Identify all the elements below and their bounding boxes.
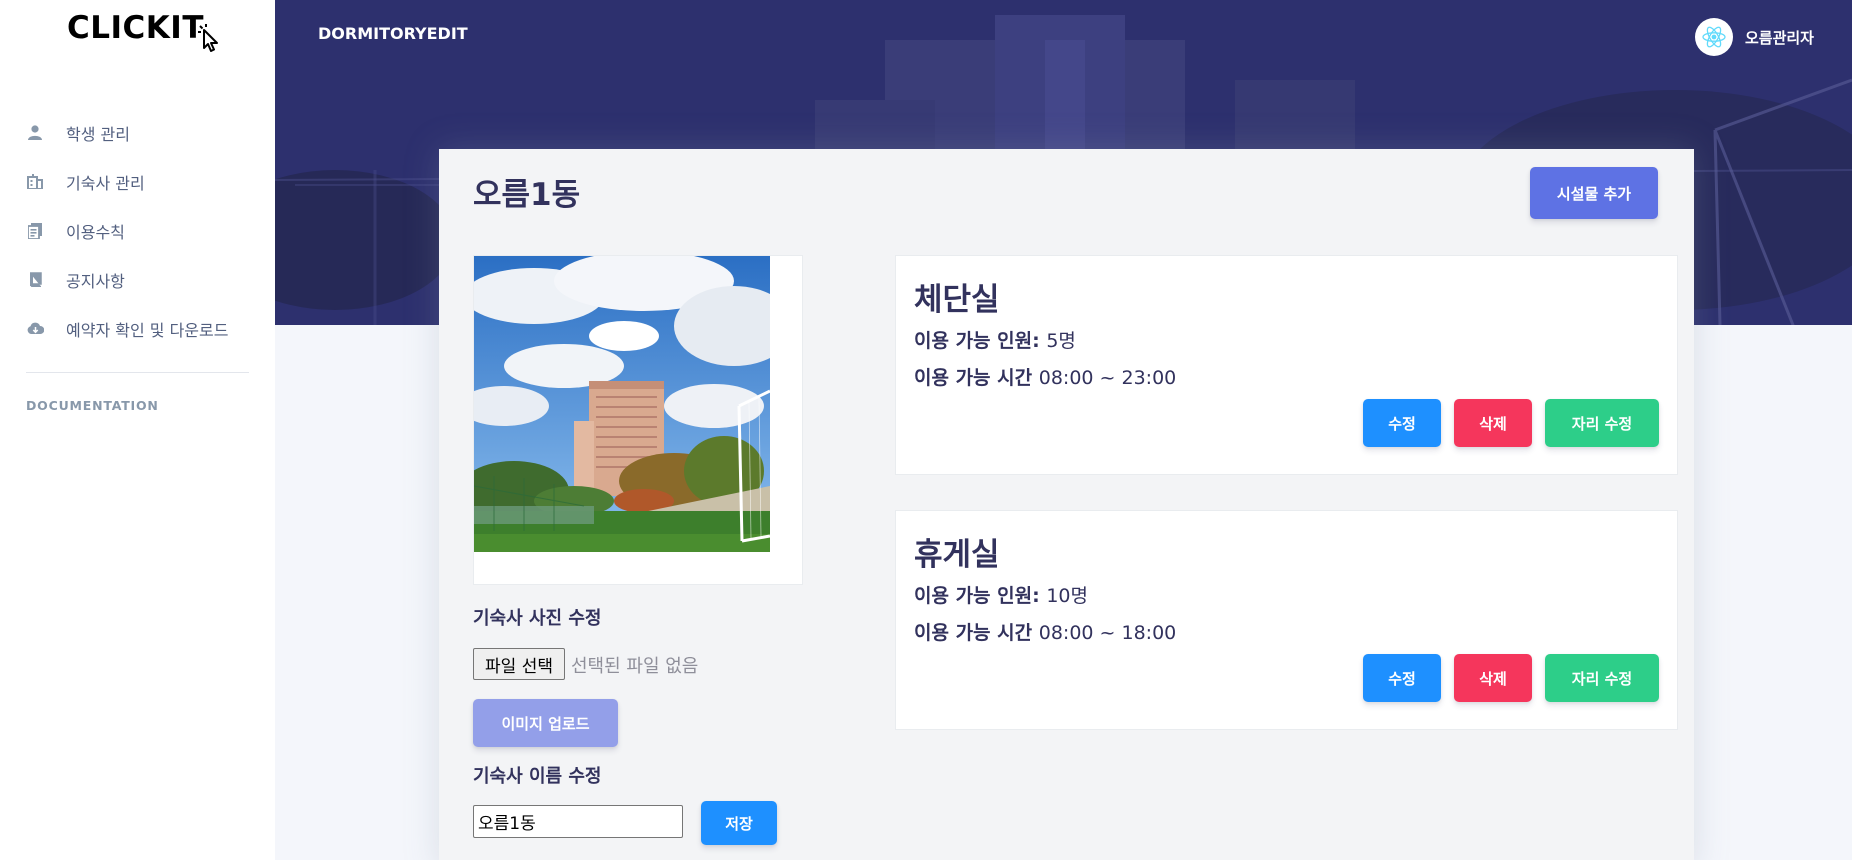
dormitory-photo-frame (473, 255, 803, 585)
facility-hours: 이용 가능 시간 08:00 ~ 18:00 (914, 618, 1176, 645)
cursor-icon (198, 24, 218, 52)
sidebar-item-label: 예약자 확인 및 다운로드 (66, 320, 229, 340)
name-edit-label: 기숙사 이름 수정 (473, 766, 602, 787)
sidebar-item-label: 공지사항 (66, 271, 125, 291)
person-icon (26, 124, 44, 142)
edit-seats-button[interactable]: 자리 수정 (1545, 654, 1659, 702)
capacity-value: 5명 (1046, 330, 1076, 352)
dormitory-photo (474, 256, 770, 552)
dormitory-edit-panel: 오름1동 시설물 추가 기숙사 사진 수정 파일 선택 선택된 파일 없음 이미… (439, 149, 1694, 860)
facility-name: 휴게실 (914, 537, 1000, 573)
sidebar-item-label: 이용수칙 (66, 222, 125, 242)
edit-facility-button[interactable]: 수정 (1363, 654, 1441, 702)
avatar (1694, 18, 1733, 56)
file-status-text: 선택된 파일 없음 (571, 656, 699, 677)
capacity-label: 이용 가능 인원: (914, 585, 1040, 607)
react-logo-icon (1702, 26, 1726, 48)
facility-card: 체단실 이용 가능 인원: 5명 이용 가능 시간 08:00 ~ 23:00 … (895, 255, 1678, 475)
sidebar-item-label: 기숙사 관리 (66, 173, 145, 193)
facility-capacity: 이용 가능 인원: 5명 (914, 326, 1076, 353)
logo-text: CLICKIT (67, 10, 204, 46)
user-name: 오름관리자 (1744, 28, 1814, 47)
hours-label: 이용 가능 시간 (914, 367, 1033, 389)
file-select-button[interactable]: 파일 선택 (473, 648, 565, 680)
document-icon (26, 222, 44, 240)
sidebar-item-reservations[interactable]: 예약자 확인 및 다운로드 (0, 304, 275, 353)
delete-facility-button[interactable]: 삭제 (1454, 399, 1532, 447)
facility-capacity: 이용 가능 인원: 10명 (914, 581, 1088, 608)
sidebar-item-rules[interactable]: 이용수칙 (0, 206, 275, 255)
dormitory-title: 오름1동 (473, 177, 581, 213)
edit-seats-button[interactable]: 자리 수정 (1545, 399, 1659, 447)
facility-hours: 이용 가능 시간 08:00 ~ 23:00 (914, 363, 1176, 390)
sidebar-divider (26, 372, 249, 373)
dormitory-name-input[interactable] (473, 805, 683, 838)
cloud-download-icon (26, 320, 44, 338)
sidebar-item-student[interactable]: 학생 관리 (0, 108, 275, 157)
add-facility-button[interactable]: 시설물 추가 (1530, 167, 1658, 219)
sidebar: CLICKIT 학생 관리 기숙사 관리 이용수칙 공지사항 예약자 확인 및 … (0, 0, 275, 860)
logo[interactable]: CLICKIT (67, 8, 224, 52)
photo-edit-label: 기숙사 사진 수정 (473, 608, 602, 629)
hours-value: 08:00 ~ 23:00 (1038, 367, 1177, 389)
sidebar-item-notice[interactable]: 공지사항 (0, 255, 275, 304)
sidebar-item-dormitory[interactable]: 기숙사 관리 (0, 157, 275, 206)
building-icon (26, 173, 44, 191)
hours-value: 08:00 ~ 18:00 (1038, 622, 1177, 644)
capacity-value: 10명 (1046, 585, 1089, 607)
sidebar-item-label: 학생 관리 (66, 124, 130, 144)
hours-label: 이용 가능 시간 (914, 622, 1033, 644)
delete-facility-button[interactable]: 삭제 (1454, 654, 1532, 702)
page-title: DORMITORYEDIT (318, 24, 468, 43)
user-menu[interactable]: 오름관리자 (1694, 18, 1814, 56)
image-upload-button[interactable]: 이미지 업로드 (473, 699, 618, 747)
documentation-heading: DOCUMENTATION (26, 398, 159, 413)
book-icon (26, 271, 44, 289)
sidebar-nav: 학생 관리 기숙사 관리 이용수칙 공지사항 예약자 확인 및 다운로드 (0, 108, 275, 353)
facility-name: 체단실 (914, 282, 1000, 318)
capacity-label: 이용 가능 인원: (914, 330, 1040, 352)
save-button[interactable]: 저장 (701, 801, 777, 845)
edit-facility-button[interactable]: 수정 (1363, 399, 1441, 447)
facility-card: 휴게실 이용 가능 인원: 10명 이용 가능 시간 08:00 ~ 18:00… (895, 510, 1678, 730)
